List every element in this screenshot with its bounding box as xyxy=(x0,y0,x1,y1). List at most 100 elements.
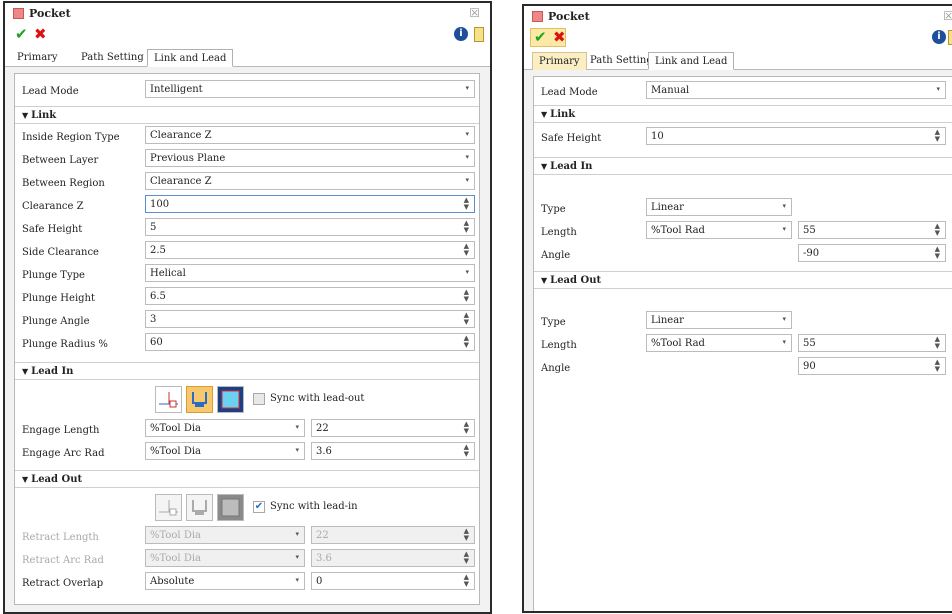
lead-out-angle-row: Angle 90 ▲ ▼ xyxy=(534,357,952,380)
retract-arc-rad-mode-select[interactable]: %Tool Dia ▾ xyxy=(145,549,305,567)
plunge-height-spinbox[interactable]: 6.5 ▲ ▼ xyxy=(145,287,475,305)
lead-tangent-glyph xyxy=(221,498,240,517)
lead-out-length-mode-select[interactable]: %Tool Rad ▾ xyxy=(646,334,792,352)
spin-arrows-icon: ▲ ▼ xyxy=(463,196,469,211)
triangle-down-icon: ▼ xyxy=(541,109,548,119)
lead-tangent-icon[interactable] xyxy=(217,386,244,413)
engage-length-mode-select[interactable]: %Tool Dia ▾ xyxy=(145,419,305,437)
tab-link-and-lead[interactable]: Link and Lead xyxy=(147,49,234,67)
field-label: Angle xyxy=(541,363,571,374)
safe-height-spinbox[interactable]: 10 ▲ ▼ xyxy=(646,127,946,145)
clearance-z-spinbox[interactable]: 100 ▲ ▼ xyxy=(145,195,475,213)
chevron-down-icon: ▾ xyxy=(465,176,469,184)
close-icon[interactable]: ☒ xyxy=(469,6,480,20)
lead-in-type-select[interactable]: Linear ▾ xyxy=(646,198,792,216)
info-icon[interactable]: i xyxy=(454,27,468,41)
lead-linear-icon[interactable] xyxy=(155,494,182,521)
engage-length-spinbox[interactable]: 22 ▲ ▼ xyxy=(311,419,475,437)
info-icon[interactable]: i xyxy=(932,30,946,44)
tab-content: Lead Mode Manual ▾ ▼ Link Safe Height 10 ▲ ▼… xyxy=(533,76,952,611)
lead-linear-icon[interactable] xyxy=(155,386,182,413)
lead-in-length-mode-select[interactable]: %Tool Rad ▾ xyxy=(646,221,792,239)
section-lead-out-label: ▼ Lead Out xyxy=(22,474,82,485)
engage-arc-rad-spinbox[interactable]: 3.6 ▲ ▼ xyxy=(311,442,475,460)
field-value: Previous Plane xyxy=(150,153,226,164)
field-value: Clearance Z xyxy=(150,176,212,187)
ok-check-icon[interactable]: ✔ xyxy=(534,29,547,46)
lead-in-style-icons: Sync with lead-out xyxy=(155,386,395,416)
close-icon[interactable]: ☒ xyxy=(943,9,952,23)
lead-in-length-spinbox[interactable]: 55 ▲ ▼ xyxy=(798,221,946,239)
section-link[interactable]: ▼ Link xyxy=(15,106,479,124)
field-value: Helical xyxy=(150,268,186,279)
field-label: Engage Arc Rad xyxy=(22,448,105,459)
cancel-x-icon[interactable]: ✖ xyxy=(553,29,566,46)
lead-arc-icon[interactable] xyxy=(186,386,213,413)
section-lead-in[interactable]: ▼ Lead In xyxy=(15,362,479,380)
plunge-type-select[interactable]: Helical ▾ xyxy=(145,264,475,282)
sync-lead-out-checkbox[interactable] xyxy=(253,393,265,405)
document-icon[interactable] xyxy=(948,30,952,45)
cancel-x-icon[interactable]: ✖ xyxy=(34,26,47,43)
section-link[interactable]: ▼ Link xyxy=(534,105,952,123)
field-value: %Tool Dia xyxy=(150,530,201,541)
plunge-radius-spinbox[interactable]: 60 ▲ ▼ xyxy=(145,333,475,351)
side-clearance-spinbox[interactable]: 2.5 ▲ ▼ xyxy=(145,241,475,259)
section-lead-out-label: ▼ Lead Out xyxy=(541,275,601,286)
spin-arrows-icon: ▲ ▼ xyxy=(463,242,469,257)
title-bar: Pocket ☒ xyxy=(524,6,952,28)
section-lead-out[interactable]: ▼ Lead Out xyxy=(534,271,952,289)
section-lead-in-text: Lead In xyxy=(31,366,74,377)
spin-arrows-icon: ▲ ▼ xyxy=(934,128,940,143)
field-label: Clearance Z xyxy=(22,201,84,212)
retract-length-spinbox[interactable]: 22 ▲ ▼ xyxy=(311,526,475,544)
pocket-dialog-intelligent: Pocket ☒ ✔ ✖ i Primary Path Setting Link… xyxy=(3,1,492,614)
lead-out-length-row: Length %Tool Rad ▾ 55 ▲ ▼ xyxy=(534,334,952,357)
lead-out-type-select[interactable]: Linear ▾ xyxy=(646,311,792,329)
retract-overlap-mode-select[interactable]: Absolute ▾ xyxy=(145,572,305,590)
inside-region-type-row: Inside Region Type Clearance Z ▾ xyxy=(15,126,479,149)
chevron-down-icon: ▾ xyxy=(295,576,299,584)
section-lead-in[interactable]: ▼ Lead In xyxy=(534,157,952,175)
spin-arrows-icon: ▲ ▼ xyxy=(463,550,469,565)
triangle-down-icon: ▼ xyxy=(22,110,29,120)
section-lead-out-text: Lead Out xyxy=(31,474,83,485)
lead-mode-select[interactable]: Manual ▾ xyxy=(646,81,946,99)
field-value: -90 xyxy=(803,248,820,259)
engage-arc-rad-mode-select[interactable]: %Tool Dia ▾ xyxy=(145,442,305,460)
plunge-type-row: Plunge Type Helical ▾ xyxy=(15,264,479,287)
field-label: Between Layer xyxy=(22,155,99,166)
tab-primary[interactable]: Primary xyxy=(11,49,64,67)
sync-lead-in-checkbox[interactable]: ✔ xyxy=(253,501,265,513)
field-value: 60 xyxy=(150,337,163,348)
tab-primary[interactable]: Primary xyxy=(532,52,587,70)
lead-in-angle-spinbox[interactable]: -90 ▲ ▼ xyxy=(798,244,946,262)
lead-arc-icon[interactable] xyxy=(186,494,213,521)
plunge-angle-spinbox[interactable]: 3 ▲ ▼ xyxy=(145,310,475,328)
lead-mode-select[interactable]: Intelligent ▾ xyxy=(145,80,475,98)
field-label: Type xyxy=(541,317,566,328)
section-lead-out[interactable]: ▼ Lead Out xyxy=(15,470,479,488)
lead-out-angle-spinbox[interactable]: 90 ▲ ▼ xyxy=(798,357,946,375)
retract-overlap-spinbox[interactable]: 0 ▲ ▼ xyxy=(311,572,475,590)
lead-tangent-icon[interactable] xyxy=(217,494,244,521)
field-label: Safe Height xyxy=(541,133,602,144)
tab-path-setting[interactable]: Path Setting xyxy=(75,49,150,67)
retract-length-mode-select[interactable]: %Tool Dia ▾ xyxy=(145,526,305,544)
ok-check-icon[interactable]: ✔ xyxy=(15,26,28,43)
lead-in-length-row: Length %Tool Rad ▾ 55 ▲ ▼ xyxy=(534,221,952,244)
title-bar: Pocket ☒ xyxy=(5,3,490,25)
dialog-toolbar: ✔ ✖ i xyxy=(524,28,952,48)
retract-arc-rad-spinbox[interactable]: 3.6 ▲ ▼ xyxy=(311,549,475,567)
dialog-toolbar: ✔ ✖ i xyxy=(5,25,490,45)
lead-out-length-spinbox[interactable]: 55 ▲ ▼ xyxy=(798,334,946,352)
field-value: 22 xyxy=(316,530,329,541)
tab-link-and-lead[interactable]: Link and Lead xyxy=(648,52,735,70)
between-region-select[interactable]: Clearance Z ▾ xyxy=(145,172,475,190)
safe-height-spinbox[interactable]: 5 ▲ ▼ xyxy=(145,218,475,236)
between-layer-select[interactable]: Previous Plane ▾ xyxy=(145,149,475,167)
safe-height-row: Safe Height 10 ▲ ▼ xyxy=(534,127,952,150)
inside-region-type-select[interactable]: Clearance Z ▾ xyxy=(145,126,475,144)
triangle-down-icon: ▼ xyxy=(541,275,548,285)
document-icon[interactable] xyxy=(474,27,484,42)
